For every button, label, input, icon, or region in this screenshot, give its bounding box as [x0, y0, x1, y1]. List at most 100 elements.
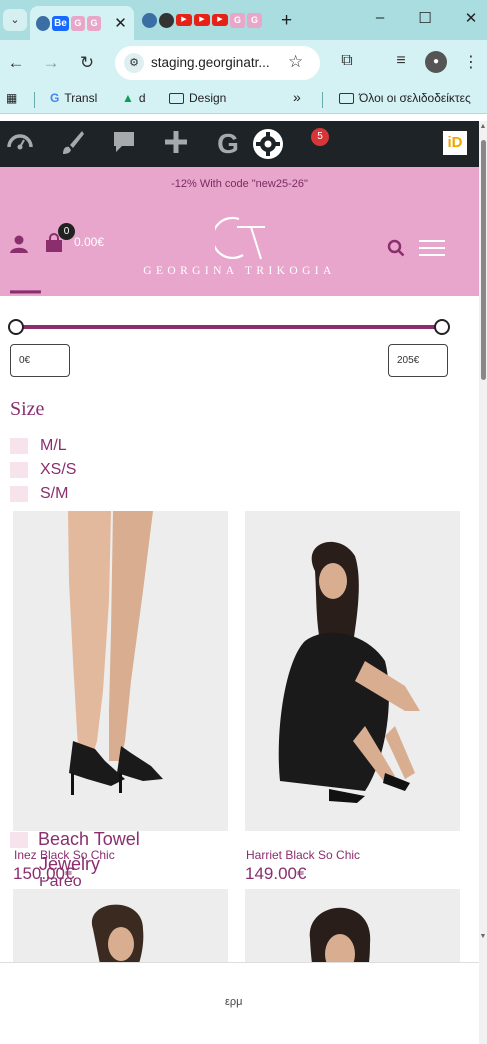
checkbox[interactable]	[10, 462, 28, 478]
checkbox[interactable]	[10, 831, 28, 848]
price-filter-title-partial: ▔▔	[10, 290, 41, 298]
product-photo-model-black-dress	[245, 511, 460, 831]
site-header: 0 0.00€ GEORGINA TRIKOGIA	[0, 203, 479, 296]
new-plus-icon[interactable]	[160, 128, 192, 160]
size-option-sm[interactable]: S/M	[10, 485, 68, 503]
price-range-slider[interactable]	[8, 319, 450, 335]
all-bookmarks-folder[interactable]: Όλοι οι σελιδοδείκτες	[339, 91, 471, 105]
tab-close-icon[interactable]: ✕	[113, 14, 128, 32]
category-option-label: Beach Towel	[38, 829, 140, 849]
profile-avatar[interactable]: ●	[425, 51, 447, 73]
site-favicon-icon: G	[86, 15, 101, 31]
comments-icon[interactable]	[108, 128, 140, 160]
bookmark-folder-design[interactable]: Design	[169, 91, 226, 105]
folder-icon	[339, 92, 354, 104]
notification-count-badge[interactable]: 5	[311, 128, 329, 146]
wp-admin-bar: G	[0, 121, 487, 167]
hamburger-menu-icon[interactable]	[419, 240, 445, 258]
youtube-icon: ▶	[176, 14, 192, 26]
bookmark-drive[interactable]: ▲ d	[122, 91, 146, 105]
account-user-icon[interactable]	[9, 234, 29, 254]
tab-search-chevron-down-icon[interactable]: ⌄	[3, 9, 27, 31]
bookmarks-bar: ▦ G Transl ▲ d Design » Όλοι οι σελιδοδε…	[0, 86, 487, 114]
cart-count-badge[interactable]: 0	[58, 223, 75, 240]
cookie-text-partial: ερμ	[225, 996, 243, 1008]
customize-brush-icon[interactable]	[56, 128, 88, 160]
folder-icon	[169, 92, 184, 104]
product-image-woman-black[interactable]	[245, 511, 460, 831]
site-favicon-icon: G	[247, 12, 262, 28]
bookmark-label: d	[138, 91, 146, 105]
site-info-tune-icon[interactable]: ⚙	[124, 53, 144, 73]
id-plugin-logo[interactable]: iD	[441, 129, 469, 157]
cart-total[interactable]: 0.00€	[74, 235, 104, 249]
brand-logo-text[interactable]: GEORGINA TRIKOGIA	[0, 265, 479, 277]
google-drive-icon: ▲	[122, 91, 134, 105]
bookmark-star-icon[interactable]: ☆	[288, 52, 303, 72]
minimize-icon[interactable]: –	[370, 9, 390, 26]
product-price: 150.00€	[13, 864, 75, 883]
browser-toolbar: ← → ↻ ⚙ staging.georginatr... ☆ ⧉ ≡ ● ⋮	[0, 40, 487, 86]
site-favicon-icon: G	[230, 12, 245, 28]
all-bookmarks-label: Όλοι οι σελιδοδείκτες	[359, 91, 471, 105]
bookmark-translate[interactable]: G Transl	[50, 91, 97, 105]
extensions-puzzle-icon[interactable]: ⧉	[336, 52, 358, 70]
checkbox[interactable]	[10, 438, 28, 454]
new-tab-plus-icon[interactable]: +	[281, 10, 292, 32]
brand-logo-monogram[interactable]	[215, 215, 275, 265]
youtube-icon: ▶	[194, 14, 210, 26]
product-price: 149.00€	[245, 864, 307, 883]
checkbox[interactable]	[10, 486, 28, 502]
google-icon[interactable]: G	[212, 128, 244, 160]
price-range-track	[16, 325, 442, 329]
size-option-xss[interactable]: XS/S	[10, 461, 76, 479]
size-filter-title: Size	[10, 398, 45, 420]
price-max-input[interactable]: 205€	[388, 344, 448, 377]
size-option-ml[interactable]: M/L	[10, 437, 67, 455]
bookmark-label: Design	[189, 91, 227, 105]
url-text[interactable]: staging.georginatr...	[151, 55, 281, 70]
promo-banner: -12% With code "new25-26"	[0, 167, 479, 203]
search-icon[interactable]	[387, 239, 405, 257]
reload-icon[interactable]: ↻	[77, 53, 97, 73]
cookie-consent-bar: ερμ	[0, 962, 479, 1044]
divider	[322, 92, 323, 108]
behance-icon: Be	[52, 15, 69, 31]
price-max-handle[interactable]	[434, 319, 450, 335]
product-photo-legs-heels	[13, 511, 228, 831]
browser-tab-strip: ⌄ Be G G ✕ ▶ ▶ ▶ G G + – ☐ ✕	[0, 0, 487, 40]
product-name[interactable]: Inez Black So Chic	[14, 848, 115, 862]
size-option-label: S/M	[40, 485, 69, 502]
maximize-icon[interactable]: ☐	[415, 9, 435, 27]
product-image-shoes[interactable]	[13, 511, 228, 831]
tab-active[interactable]: Be G G ✕	[30, 6, 134, 40]
tab-inactive[interactable]: ▶ ▶ ▶ G G	[136, 6, 276, 34]
chatgpt-icon	[159, 12, 174, 28]
address-bar[interactable]: ⚙ staging.georginatr... ☆	[115, 46, 320, 80]
browser-menu-kebab-icon[interactable]: ⋮	[460, 52, 482, 72]
bookmarks-overflow-chevron-icon[interactable]: »	[293, 89, 301, 105]
window-close-icon[interactable]: ✕	[461, 9, 481, 27]
settings-gear-icon[interactable]	[252, 128, 284, 160]
site-favicon-icon: G	[70, 15, 85, 31]
bookmark-label: Transl	[64, 91, 98, 105]
media-controls-icon[interactable]: ≡	[390, 52, 412, 70]
scroll-up-arrow-icon[interactable]: ▲	[479, 123, 487, 130]
divider	[34, 92, 35, 108]
price-min-handle[interactable]	[8, 319, 24, 335]
dashboard-icon[interactable]	[4, 128, 36, 160]
price-min-input[interactable]: 0€	[10, 344, 70, 377]
globe-icon	[36, 15, 51, 31]
size-option-label: M/L	[40, 437, 67, 454]
scroll-down-arrow-icon[interactable]: ▼	[479, 933, 487, 940]
back-arrow-icon[interactable]: ←	[6, 53, 26, 73]
forward-arrow-icon[interactable]: →	[41, 53, 61, 73]
apps-grid-icon[interactable]: ▦	[6, 91, 17, 105]
size-option-label: XS/S	[40, 461, 77, 478]
google-translate-icon: G	[50, 91, 60, 105]
page-scrollbar-thumb[interactable]	[481, 140, 486, 380]
globe-icon	[142, 12, 157, 28]
youtube-icon: ▶	[212, 14, 228, 26]
category-option-beach-towel[interactable]: Beach Towel	[10, 829, 140, 850]
product-name[interactable]: Harriet Black So Chic	[246, 848, 360, 862]
